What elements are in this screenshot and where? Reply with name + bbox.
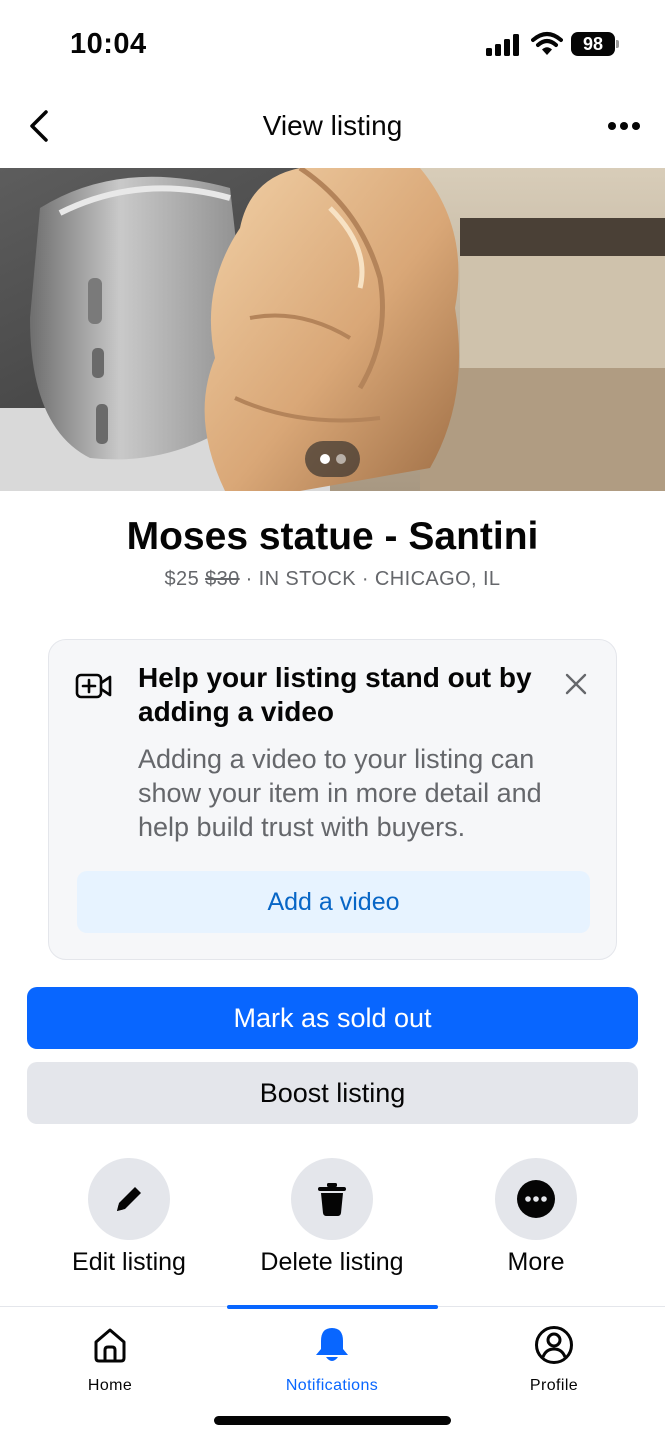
listing-photo[interactable] [0,168,665,491]
add-video-card: Help your listing stand out by adding a … [48,639,617,960]
delete-listing-button[interactable] [291,1158,373,1240]
more-options-icon[interactable] [600,108,648,144]
home-icon [94,1328,126,1363]
tab-profile[interactable]: Profile [454,1307,654,1407]
trash-icon [318,1183,346,1216]
pager-dot [336,454,346,464]
listing-price: $25 [164,568,200,590]
more-label: More [507,1248,565,1276]
cellular-signal-icon [486,34,519,56]
battery-indicator: 98 [571,32,619,56]
delete-listing-label: Delete listing [260,1248,404,1276]
add-video-button[interactable]: Add a video [77,871,590,933]
edit-listing-action[interactable]: Edit listing [29,1158,229,1288]
battery-level: 98 [571,32,615,56]
more-dots-icon [517,1180,555,1218]
header: View listing [0,90,665,168]
tab-home[interactable]: Home [10,1307,210,1407]
stock-status: IN STOCK [258,568,356,590]
pencil-icon [117,1187,141,1211]
boost-listing-button[interactable]: Boost listing [27,1062,638,1124]
photo-pager[interactable] [305,441,360,477]
meta-separator: · [239,568,259,590]
tab-notifications-label: Notifications [285,1377,379,1394]
video-add-icon [75,673,112,699]
listing-title: Moses statue - Santini [126,515,539,558]
edit-listing-label: Edit listing [72,1248,186,1276]
home-indicator [214,1416,451,1425]
delete-listing-action[interactable]: Delete listing [232,1158,432,1288]
more-action[interactable]: More [436,1158,636,1288]
card-heading: Help your listing stand out by adding a … [138,662,532,727]
close-icon[interactable] [562,670,590,698]
view-listing-screen: 10:04 98 View listing Moses statue - San… [0,0,665,1440]
card-body: Adding a video to your listing can show … [138,744,542,842]
pager-dot-active [320,454,330,464]
wifi-icon [531,32,563,55]
tab-profile-label: Profile [529,1377,579,1394]
mark-sold-out-button[interactable]: Mark as sold out [27,987,638,1049]
edit-listing-button[interactable] [88,1158,170,1240]
status-time: 10:04 [70,28,147,60]
profile-icon [535,1326,573,1364]
tab-notifications[interactable]: Notifications [232,1307,432,1407]
listing-meta: $25 $30 · IN STOCK · CHICAGO, IL [0,568,665,591]
meta-separator: · [355,568,375,590]
bell-icon [316,1328,348,1361]
tab-home-label: Home [87,1377,133,1394]
more-button[interactable] [495,1158,577,1240]
battery-cap [616,40,619,48]
listing-original-price: $30 [205,568,240,590]
page-title: View listing [262,110,403,141]
listing-location: CHICAGO, IL [374,568,501,590]
status-bar: 10:04 98 [0,0,665,90]
